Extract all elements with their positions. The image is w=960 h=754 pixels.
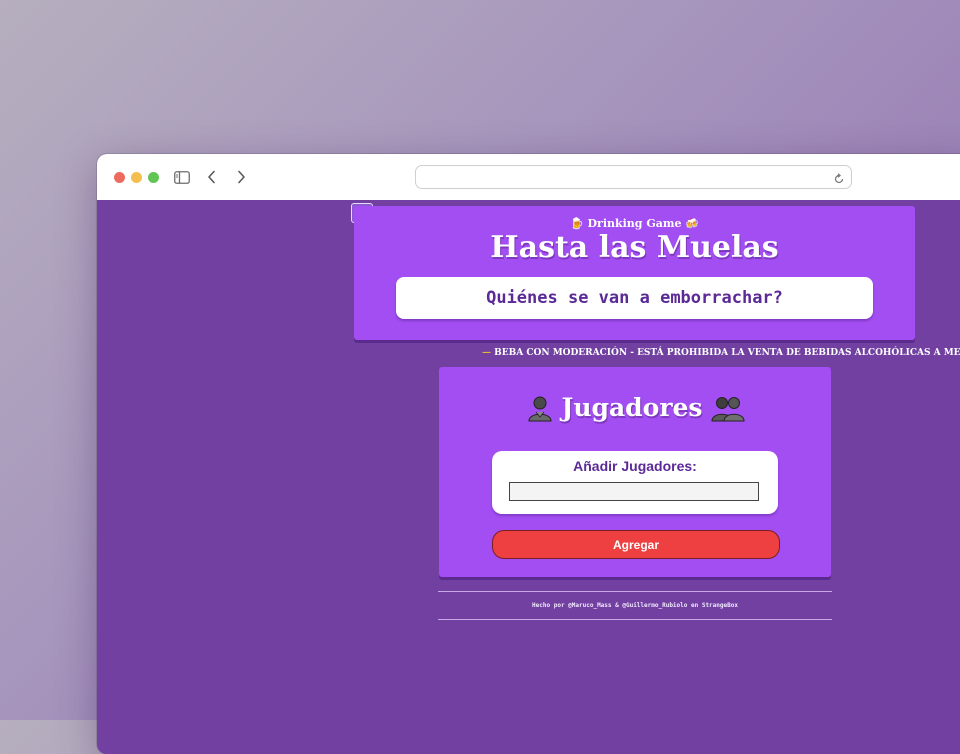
- people-icon: [710, 394, 745, 422]
- game-title: Hasta las Muelas: [490, 230, 779, 265]
- person-icon: [526, 394, 554, 422]
- page-footer: Hecho por @Maruco_Mass & @Guillermo_Rubi…: [438, 591, 832, 620]
- ticker-text: BEBA CON MODERACIÓN - ESTÁ PROHIBIDA LA …: [494, 348, 960, 358]
- address-bar[interactable]: [415, 165, 852, 189]
- question-banner: Quiénes se van a emborrachar?: [396, 277, 873, 319]
- zoom-window-button[interactable]: [148, 172, 159, 183]
- close-window-button[interactable]: [114, 172, 125, 183]
- browser-toolbar: [97, 154, 960, 201]
- browser-window: 🍺 Drinking Game 🍻 Hasta las Muelas Quién…: [97, 154, 960, 754]
- add-player-button[interactable]: Agregar: [492, 530, 780, 559]
- player-name-input[interactable]: [509, 482, 759, 501]
- back-arrow-icon[interactable]: [204, 167, 218, 187]
- game-header: 🍺 Drinking Game 🍻 Hasta las Muelas Quién…: [354, 206, 915, 340]
- game-subtitle: 🍺 Drinking Game 🍻: [569, 217, 700, 230]
- sidebar-toggle-icon[interactable]: [174, 167, 190, 187]
- forward-arrow-icon[interactable]: [234, 167, 248, 187]
- reload-icon[interactable]: [833, 170, 845, 184]
- ticker-dash: —: [482, 348, 491, 358]
- minimize-window-button[interactable]: [131, 172, 142, 183]
- players-title: Jugadores: [561, 393, 703, 422]
- players-card: Jugadores Añadir Jugadores: Agregar: [439, 367, 831, 577]
- alcohol-warning-ticker: — BEBA CON MODERACIÓN - ESTÁ PROHIBIDA L…: [482, 348, 960, 358]
- add-players-panel: Añadir Jugadores:: [492, 451, 778, 514]
- players-heading: Jugadores: [439, 393, 831, 422]
- page-content: 🍺 Drinking Game 🍻 Hasta las Muelas Quién…: [97, 200, 960, 754]
- add-players-label: Añadir Jugadores:: [573, 458, 697, 474]
